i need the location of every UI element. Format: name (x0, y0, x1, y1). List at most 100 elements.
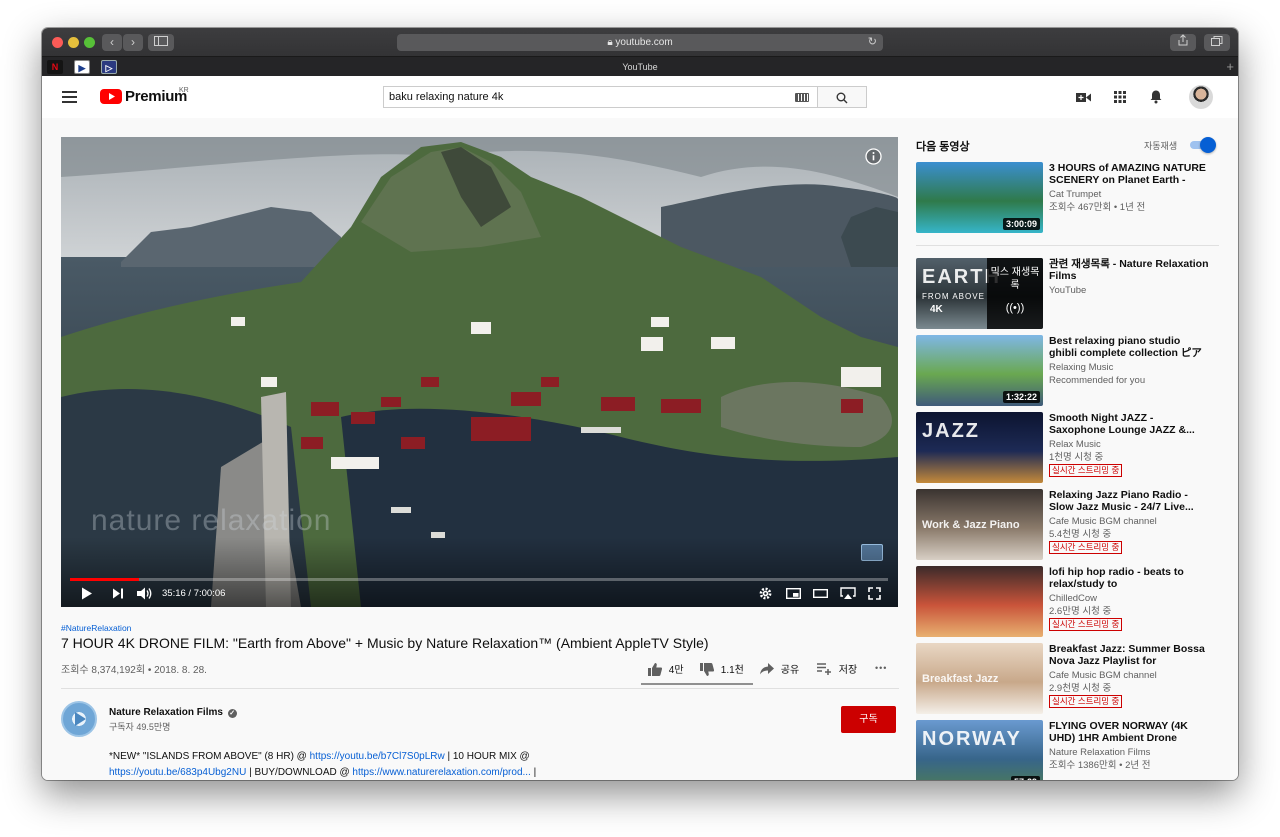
recommendation-channel[interactable]: YouTube (1049, 284, 1086, 297)
thumbnail-text: NORWAY (922, 728, 1022, 750)
view-count-date: 조회수 8,374,192회 • 2018. 8. 28. (61, 665, 207, 676)
recommendation-title[interactable]: Breakfast Jazz: Summer Bossa Nova Jazz P… (1049, 643, 1209, 667)
hashtag-link[interactable]: #NatureRelaxation (61, 623, 131, 633)
address-bar[interactable]: 🔒︎ youtube.com ↻ (397, 34, 883, 51)
description-link-3[interactable]: https://www.naturerelaxation.com/prod... (352, 767, 530, 778)
divider (61, 688, 899, 689)
thumbnail-text: JAZZ (922, 420, 980, 442)
channel-name-row[interactable]: Nature Relaxation Films ✓ (109, 707, 237, 718)
video-thumbnail[interactable]: 3:00:09 (916, 162, 1043, 233)
youtube-logo-icon[interactable] (100, 89, 122, 104)
recommendation-channel[interactable]: Cafe Music BGM channel (1049, 515, 1157, 528)
new-tab-icon[interactable]: + (1226, 59, 1234, 75)
recommendation-title[interactable]: Smooth Night JAZZ - Saxophone Lounge JAZ… (1049, 412, 1209, 436)
search-query: baku relaxing nature 4k (389, 91, 504, 103)
reload-icon[interactable]: ↻ (868, 34, 877, 51)
netflix-pinned-tab[interactable]: N (47, 60, 63, 74)
recommendation-title[interactable]: Best relaxing piano studio ghibli comple… (1049, 335, 1209, 359)
info-card-icon[interactable] (865, 148, 882, 165)
back-button[interactable]: ‹ (102, 34, 122, 51)
zoom-window-button[interactable] (84, 37, 95, 48)
fullscreen-icon[interactable] (868, 587, 881, 600)
logo-text[interactable]: Premium (125, 88, 187, 105)
recommendation-channel[interactable]: Relax Music (1049, 438, 1101, 451)
video-thumbnail[interactable]: Breakfast Jazz (916, 643, 1043, 714)
video-thumbnail[interactable]: 1:32:22 (916, 335, 1043, 406)
like-button[interactable]: 4만 (648, 661, 684, 676)
recommendation-channel[interactable]: Cat Trumpet (1049, 188, 1101, 201)
video-thumbnail[interactable] (916, 566, 1043, 637)
apps-grid-icon[interactable] (1114, 91, 1126, 103)
volume-icon[interactable] (137, 587, 152, 600)
theater-mode-icon[interactable] (813, 588, 828, 599)
autoplay-toggle[interactable] (1190, 137, 1216, 153)
duration-badge: 3:00:09 (1002, 218, 1040, 230)
dislike-count: 1.1천 (720, 665, 744, 676)
browser-window: ‹ › 🔒︎ youtube.com ↻ N ▶ ▷ YouTube + Pre… (42, 28, 1238, 780)
recommendation-title[interactable]: Relaxing Jazz Piano Radio - Slow Jazz Mu… (1049, 489, 1209, 513)
video-player[interactable]: nature relaxation 35:16 / 7:00:06 (61, 137, 898, 607)
channel-avatar[interactable] (61, 701, 97, 737)
browser-titlebar: ‹ › 🔒︎ youtube.com ↻ (42, 28, 1238, 56)
thumbs-up-icon (648, 663, 663, 676)
airplay-icon[interactable] (840, 587, 856, 600)
share-browser-button[interactable] (1170, 34, 1196, 51)
avatar[interactable] (1189, 85, 1213, 109)
minimize-window-button[interactable] (68, 37, 79, 48)
menu-icon[interactable] (62, 91, 77, 103)
miniplayer-icon[interactable] (786, 588, 801, 599)
like-ratio-bar (641, 683, 753, 685)
notifications-bell-icon[interactable] (1149, 89, 1163, 104)
tabs-overview-button[interactable] (1204, 34, 1230, 51)
channel-name: YouTube (1049, 285, 1087, 296)
channel-name: Relaxing Music (1049, 362, 1114, 373)
dislike-button[interactable]: 1.1천 (700, 661, 744, 676)
share-button[interactable]: 공유 (760, 661, 799, 676)
sidebar-toggle-button[interactable] (148, 34, 174, 51)
description-text: | 10 HOUR MIX @ (444, 751, 530, 762)
search-button[interactable] (818, 86, 867, 108)
recommendation-channel[interactable]: Cafe Music BGM channel (1049, 669, 1157, 682)
recommendation-title[interactable]: 3 HOURS of AMAZING NATURE SCENERY on Pla… (1049, 162, 1209, 186)
description-link-1[interactable]: https://youtu.be/b7Cl7S0pLRw (310, 751, 445, 762)
search-input[interactable]: baku relaxing nature 4k (383, 86, 818, 108)
forward-button[interactable]: › (123, 34, 143, 51)
play-icon[interactable] (81, 587, 93, 600)
time-display: 35:16 / 7:00:06 (162, 588, 226, 599)
thumbnail-badge: 4K (930, 304, 943, 315)
progress-bar[interactable] (70, 578, 888, 581)
duration-badge: 1:32:22 (1002, 391, 1040, 403)
live-badge-row: 실시간 스트리밍 중 (1049, 695, 1123, 708)
pinned-tab-player-icon[interactable]: ▶ (74, 60, 90, 74)
share-label: 공유 (780, 665, 800, 676)
channel-name: Cat Trumpet (1049, 189, 1102, 200)
more-actions-icon[interactable]: ••• (875, 663, 887, 673)
recommendation-channel[interactable]: Relaxing Music (1049, 361, 1113, 374)
video-thumbnail[interactable]: Work & Jazz Piano (916, 489, 1043, 560)
save-button[interactable]: 저장 (817, 661, 857, 676)
watch-page: nature relaxation 35:16 / 7:00:06 #Natur… (42, 118, 1238, 780)
pinned-tab-video-icon[interactable]: ▷ (101, 60, 117, 74)
recommendation-channel[interactable]: Nature Relaxation Films (1049, 746, 1150, 759)
video-thumbnail[interactable]: EARTH FROM ABOVE 4K 믹스 재생목록 ((•)) (916, 258, 1043, 329)
channel-name: Nature Relaxation Films (1049, 747, 1151, 758)
recommendation-title[interactable]: lofi hip hop radio - beats to relax/stud… (1049, 566, 1209, 590)
thumbnail-subtext: FROM ABOVE (922, 292, 985, 301)
recommendation-channel[interactable]: ChilledCow (1049, 592, 1097, 605)
next-video-icon[interactable] (112, 588, 124, 599)
watermark-brand: nature relaxation (91, 504, 332, 537)
region-code: KR (179, 87, 189, 94)
description-link-2[interactable]: https://youtu.be/683p4Ubg2NU (109, 767, 246, 778)
close-window-button[interactable] (52, 37, 63, 48)
video-thumbnail[interactable]: JAZZ (916, 412, 1043, 483)
subscribe-button[interactable]: 구독 (841, 706, 896, 733)
create-video-icon[interactable] (1076, 92, 1091, 103)
settings-gear-icon[interactable] (759, 587, 772, 600)
video-thumbnail[interactable]: NORWAY 57:29 (916, 720, 1043, 780)
active-tab-title[interactable]: YouTube (622, 57, 657, 77)
recommendation-meta: 2.6만명 시청 중 (1049, 606, 1112, 617)
thumbnail-text: Breakfast Jazz (922, 673, 999, 685)
keyboard-icon[interactable] (795, 93, 809, 102)
recommendation-title[interactable]: 관련 재생목록 - Nature Relaxation Films (1049, 258, 1209, 282)
recommendation-title[interactable]: FLYING OVER NORWAY (4K UHD) 1HR Ambient … (1049, 720, 1209, 744)
